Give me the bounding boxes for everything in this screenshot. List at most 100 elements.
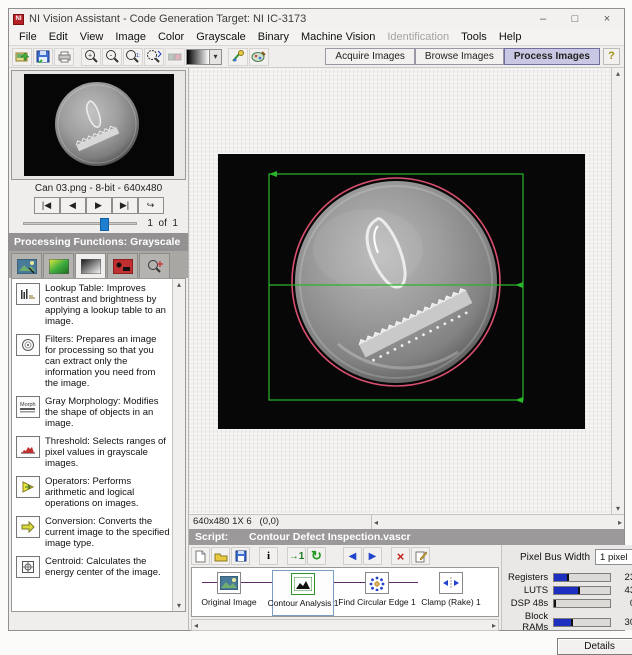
function-name: Conversion: bbox=[45, 516, 96, 527]
annotate-tool-icon[interactable] bbox=[228, 48, 248, 66]
help-button[interactable]: ? bbox=[603, 48, 620, 65]
menu-view[interactable]: View bbox=[74, 31, 110, 43]
zoom-in-icon[interactable]: + bbox=[81, 48, 101, 66]
tab-image[interactable] bbox=[11, 253, 42, 278]
gradient-swatch bbox=[187, 50, 209, 64]
menu-binary[interactable]: Binary bbox=[252, 31, 295, 43]
menu-color[interactable]: Color bbox=[152, 31, 190, 43]
scroll-up-icon[interactable]: ▴ bbox=[177, 279, 181, 290]
scroll-down-icon[interactable]: ▾ bbox=[616, 503, 620, 514]
menu-tools[interactable]: Tools bbox=[455, 31, 493, 43]
first-image-button[interactable]: |◀ bbox=[34, 197, 60, 214]
menu-help[interactable]: Help bbox=[493, 31, 528, 43]
maximize-button[interactable]: □ bbox=[568, 13, 582, 25]
chevron-down-icon[interactable]: ▾ bbox=[209, 50, 221, 64]
run-loop-button[interactable]: ↻ bbox=[307, 547, 326, 565]
left-panel-footer bbox=[9, 614, 188, 630]
function-filters[interactable]: Filters: Prepares an image for processin… bbox=[16, 334, 170, 389]
window-title: NI Vision Assistant - Code Generation Ta… bbox=[29, 13, 536, 25]
print-button[interactable] bbox=[54, 48, 74, 66]
function-list: Lookup Table: Improves contrast and brig… bbox=[11, 278, 186, 612]
tab-color[interactable] bbox=[43, 253, 74, 278]
resource-label: LUTS bbox=[508, 585, 553, 596]
browse-images-button[interactable]: Browse Images bbox=[415, 48, 504, 65]
function-conversion[interactable]: Conversion: Converts the current image t… bbox=[16, 516, 170, 549]
resource-luts: LUTS 43 % bbox=[508, 585, 632, 596]
image-position-text: 1 of 1 bbox=[147, 218, 178, 229]
steps-horizontal-scrollbar[interactable]: ◂ ▸ bbox=[191, 619, 499, 631]
left-panel: Can 03.png - 8-bit - 640x480 |◀ ◀ ▶ ▶| ↪… bbox=[9, 68, 189, 630]
title-bar: NI NI Vision Assistant - Code Generation… bbox=[9, 9, 624, 29]
function-gray-morphology[interactable]: Morph Gray Morphology: Modifies the shap… bbox=[16, 396, 170, 429]
next-image-button[interactable]: ▶ bbox=[86, 197, 112, 214]
menu-identification: Identification bbox=[381, 31, 455, 43]
loop-images-button[interactable]: ↪ bbox=[138, 197, 164, 214]
zoom-out-icon[interactable]: - bbox=[102, 48, 122, 66]
step-forward-button[interactable]: ▶ bbox=[363, 547, 382, 565]
function-list-scrollbar[interactable]: ▴ ▾ bbox=[172, 279, 185, 611]
tab-machine-vision[interactable] bbox=[139, 253, 170, 278]
process-images-button[interactable]: Process Images bbox=[504, 48, 600, 65]
menu-file[interactable]: File bbox=[13, 31, 43, 43]
function-lookup-table[interactable]: Lookup Table: Improves contrast and brig… bbox=[16, 283, 170, 327]
close-button[interactable]: × bbox=[600, 13, 614, 25]
scroll-down-icon[interactable]: ▾ bbox=[177, 600, 181, 611]
viewer-horizontal-scrollbar[interactable]: ◂ ▸ bbox=[371, 515, 624, 529]
scroll-left-icon[interactable]: ◂ bbox=[194, 620, 198, 631]
previous-image-button[interactable]: ◀ bbox=[60, 197, 86, 214]
function-threshold[interactable]: Threshold: Selects ranges of pixel value… bbox=[16, 436, 170, 469]
menu-image[interactable]: Image bbox=[109, 31, 152, 43]
main-toolbar: + - 1:1 ▾ Acquire Images Browse Images P… bbox=[9, 46, 624, 68]
operators-icon bbox=[16, 476, 40, 498]
measure-tool-icon[interactable] bbox=[249, 48, 269, 66]
save-image-button[interactable] bbox=[33, 48, 53, 66]
delete-step-button[interactable]: × bbox=[391, 547, 410, 565]
menu-grayscale[interactable]: Grayscale bbox=[190, 31, 252, 43]
scroll-up-icon[interactable]: ▴ bbox=[616, 68, 620, 79]
minimize-button[interactable]: – bbox=[536, 13, 550, 25]
fpga-resource-panel: Pixel Bus Width 1 pixel ▾ Registers 23 % bbox=[501, 545, 632, 630]
menu-edit[interactable]: Edit bbox=[43, 31, 74, 43]
step-back-button[interactable]: ◀ bbox=[343, 547, 362, 565]
zoom-to-fit-icon[interactable] bbox=[144, 48, 164, 66]
edit-step-button[interactable] bbox=[411, 547, 430, 565]
pixel-bus-width-select[interactable]: 1 pixel ▾ bbox=[595, 549, 632, 565]
details-button[interactable]: Details bbox=[557, 638, 632, 655]
image-position-slider[interactable] bbox=[23, 222, 137, 225]
run-once-button[interactable]: →1 bbox=[287, 547, 306, 565]
open-script-button[interactable] bbox=[211, 547, 230, 565]
zoom-one-to-one-icon[interactable]: 1:1 bbox=[123, 48, 143, 66]
function-name: Filters: bbox=[45, 334, 74, 345]
acquire-images-button[interactable]: Acquire Images bbox=[325, 48, 414, 65]
step-original-image[interactable]: Original Image bbox=[198, 572, 260, 607]
image-viewer[interactable]: ▴ ▾ bbox=[189, 68, 624, 514]
tab-grayscale[interactable] bbox=[75, 253, 106, 278]
step-clamp-rake[interactable]: Clamp (Rake) 1 bbox=[420, 572, 482, 607]
step-find-circular-edge[interactable]: Find Circular Edge 1 bbox=[346, 572, 408, 607]
viewer-vertical-scrollbar[interactable]: ▴ ▾ bbox=[611, 68, 624, 514]
function-centroid[interactable]: Centroid: Calculates the energy center o… bbox=[16, 556, 170, 578]
menu-machine-vision[interactable]: Machine Vision bbox=[295, 31, 381, 43]
image-thumbnail[interactable] bbox=[11, 70, 186, 180]
scroll-right-icon[interactable]: ▸ bbox=[492, 620, 496, 631]
last-image-button[interactable]: ▶| bbox=[112, 197, 138, 214]
resource-registers: Registers 23 % bbox=[508, 572, 632, 583]
step-info-button[interactable]: i bbox=[259, 547, 278, 565]
app-icon: NI bbox=[13, 14, 24, 25]
app-window: NI NI Vision Assistant - Code Generation… bbox=[8, 8, 625, 631]
scroll-right-icon[interactable]: ▸ bbox=[618, 517, 622, 528]
step-label: Contour Analysis 1 bbox=[268, 598, 339, 608]
inspection-image[interactable] bbox=[218, 154, 585, 429]
image-nav: |◀ ◀ ▶ ▶| ↪ bbox=[9, 196, 188, 216]
open-image-button[interactable] bbox=[12, 48, 32, 66]
script-header: Script: Contour Defect Inspection.vascr bbox=[189, 529, 624, 545]
palette-gradient-select[interactable]: ▾ bbox=[186, 49, 222, 65]
tab-binary[interactable] bbox=[107, 253, 138, 278]
save-script-button[interactable] bbox=[231, 547, 250, 565]
slider-handle[interactable] bbox=[100, 218, 109, 231]
function-operators[interactable]: Operators: Performs arithmetic and logic… bbox=[16, 476, 170, 509]
find-circular-edge-icon bbox=[365, 572, 389, 594]
step-contour-analysis[interactable]: Contour Analysis 1 bbox=[272, 570, 334, 616]
new-script-button[interactable] bbox=[191, 547, 210, 565]
scroll-left-icon[interactable]: ◂ bbox=[374, 517, 378, 528]
